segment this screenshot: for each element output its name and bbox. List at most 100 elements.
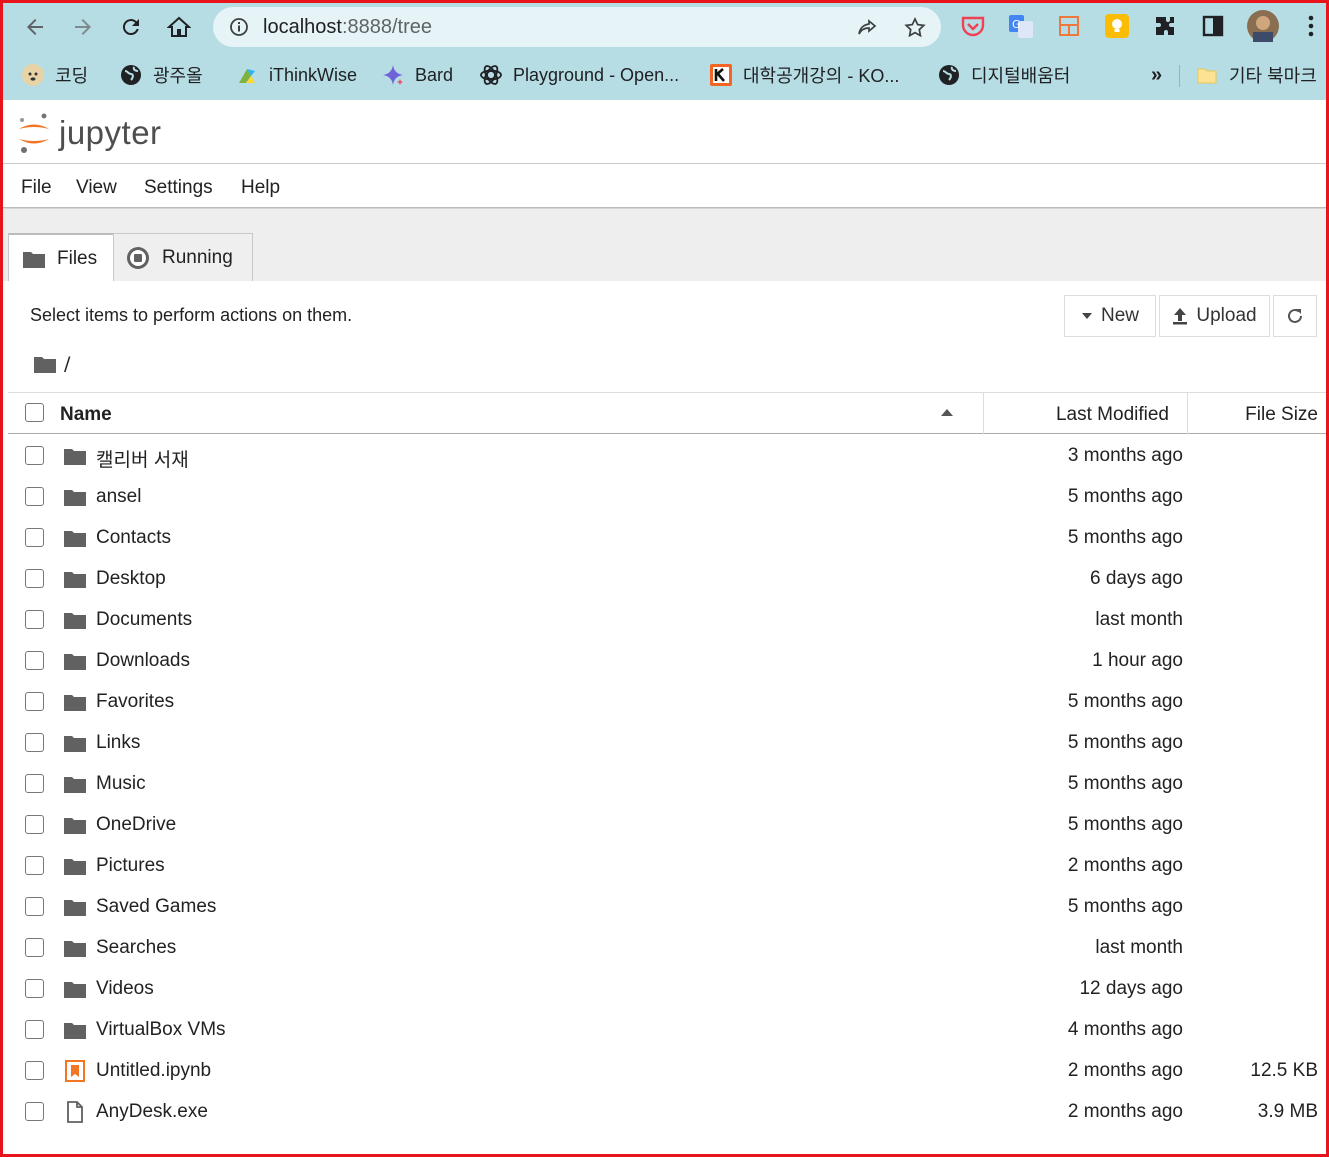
file-name-link[interactable]: Contacts bbox=[96, 527, 171, 549]
forward-button[interactable] bbox=[67, 11, 99, 43]
file-name-link[interactable]: OneDrive bbox=[96, 814, 176, 836]
file-name-link[interactable]: Untitled.ipynb bbox=[96, 1060, 211, 1082]
file-row[interactable]: ansel 5 months ago bbox=[8, 477, 1326, 518]
upload-button[interactable]: Upload bbox=[1159, 295, 1270, 337]
pocket-extension[interactable] bbox=[959, 12, 987, 40]
bookmark-item[interactable]: 광주올 bbox=[119, 61, 203, 89]
file-name-link[interactable]: Music bbox=[96, 773, 146, 795]
file-row[interactable]: Untitled.ipynb 2 months ago 12.5 KB bbox=[8, 1051, 1326, 1092]
file-row[interactable]: Searches last month bbox=[8, 928, 1326, 969]
row-checkbox[interactable] bbox=[25, 528, 44, 547]
row-checkbox[interactable] bbox=[25, 897, 44, 916]
file-name-link[interactable]: Pictures bbox=[96, 855, 165, 877]
menu-view[interactable]: View bbox=[76, 177, 117, 199]
other-bookmarks[interactable]: 기타 북마크 bbox=[1195, 61, 1317, 89]
file-row[interactable]: Favorites 5 months ago bbox=[8, 682, 1326, 723]
sort-ascending-icon[interactable] bbox=[941, 409, 953, 416]
bookmark-item[interactable]: Playground - Open... bbox=[479, 61, 679, 89]
tab-running[interactable]: Running bbox=[113, 233, 253, 281]
side-panel-button[interactable] bbox=[1199, 12, 1227, 40]
row-checkbox[interactable] bbox=[25, 446, 44, 465]
file-row[interactable]: VirtualBox VMs 4 months ago bbox=[8, 1010, 1326, 1051]
address-bar[interactable]: localhost:8888/tree bbox=[213, 7, 941, 47]
column-name[interactable]: Name bbox=[60, 404, 112, 426]
stop-circle-icon bbox=[127, 246, 149, 269]
file-row[interactable]: 캘리버 서재 3 months ago bbox=[8, 436, 1326, 477]
file-row[interactable]: Contacts 5 months ago bbox=[8, 518, 1326, 559]
file-row[interactable]: OneDrive 5 months ago bbox=[8, 805, 1326, 846]
row-checkbox[interactable] bbox=[25, 610, 44, 629]
info-icon[interactable] bbox=[229, 17, 249, 37]
file-row[interactable]: Downloads 1 hour ago bbox=[8, 641, 1326, 682]
bookmarks-overflow-button[interactable]: » bbox=[1151, 61, 1162, 89]
file-name-link[interactable]: 캘리버 서재 bbox=[96, 445, 189, 472]
row-checkbox[interactable] bbox=[25, 1020, 44, 1039]
file-name-link[interactable]: Links bbox=[96, 732, 140, 754]
file-name-link[interactable]: Searches bbox=[96, 937, 176, 959]
row-checkbox[interactable] bbox=[25, 1102, 44, 1121]
file-row[interactable]: AnyDesk.exe 2 months ago 3.9 MB bbox=[8, 1092, 1326, 1133]
tab-files-label: Files bbox=[57, 247, 98, 269]
bookmark-item[interactable]: 디지털배움터 bbox=[937, 61, 1070, 89]
side-panel-icon bbox=[1202, 15, 1224, 37]
file-row[interactable]: Documents last month bbox=[8, 600, 1326, 641]
file-modified: 12 days ago bbox=[1079, 978, 1183, 999]
keep-extension[interactable] bbox=[1103, 12, 1131, 40]
file-name-link[interactable]: Videos bbox=[96, 978, 154, 1000]
menu-file[interactable]: File bbox=[21, 177, 52, 199]
row-checkbox[interactable] bbox=[25, 979, 44, 998]
row-checkbox[interactable] bbox=[25, 774, 44, 793]
file-name-link[interactable]: Desktop bbox=[96, 568, 166, 590]
file-row[interactable]: Links 5 months ago bbox=[8, 723, 1326, 764]
layout-extension[interactable] bbox=[1055, 12, 1083, 40]
chrome-menu-button[interactable] bbox=[1297, 12, 1325, 40]
new-button[interactable]: New bbox=[1064, 295, 1156, 337]
row-checkbox[interactable] bbox=[25, 1061, 44, 1080]
share-icon[interactable] bbox=[855, 16, 879, 40]
url-text[interactable]: localhost:8888/tree bbox=[263, 16, 432, 39]
tab-files[interactable]: Files bbox=[8, 233, 114, 282]
row-checkbox[interactable] bbox=[25, 938, 44, 957]
row-checkbox[interactable] bbox=[25, 569, 44, 588]
star-icon[interactable] bbox=[903, 16, 927, 40]
bookmark-item[interactable]: 대학공개강의 - KO... bbox=[709, 61, 899, 89]
file-row[interactable]: Pictures 2 months ago bbox=[8, 846, 1326, 887]
file-row[interactable]: Music 5 months ago bbox=[8, 764, 1326, 805]
column-file-size[interactable]: File Size bbox=[1188, 404, 1318, 426]
row-checkbox[interactable] bbox=[25, 692, 44, 711]
bookmark-item[interactable]: 코딩 bbox=[21, 61, 88, 89]
file-name-link[interactable]: Downloads bbox=[96, 650, 190, 672]
menu-settings[interactable]: Settings bbox=[144, 177, 213, 199]
file-row[interactable]: Saved Games 5 months ago bbox=[8, 887, 1326, 928]
folder-icon[interactable] bbox=[34, 355, 56, 373]
menu-help[interactable]: Help bbox=[241, 177, 280, 199]
file-row[interactable]: Desktop 6 days ago bbox=[8, 559, 1326, 600]
jupyter-logo[interactable]: jupyter bbox=[17, 112, 162, 154]
file-name-link[interactable]: Saved Games bbox=[96, 896, 216, 918]
translate-extension[interactable]: G bbox=[1007, 12, 1035, 40]
home-button[interactable] bbox=[163, 11, 195, 43]
file-name-link[interactable]: Favorites bbox=[96, 691, 174, 713]
row-checkbox[interactable] bbox=[25, 856, 44, 875]
row-checkbox[interactable] bbox=[25, 815, 44, 834]
refresh-button[interactable] bbox=[1273, 295, 1317, 337]
bookmark-item[interactable]: iThinkWise bbox=[235, 61, 357, 89]
reload-button[interactable] bbox=[115, 11, 147, 43]
bookmark-item[interactable]: Bard bbox=[381, 61, 453, 89]
extensions-button[interactable] bbox=[1151, 12, 1179, 40]
back-button[interactable] bbox=[19, 11, 51, 43]
file-name-link[interactable]: VirtualBox VMs bbox=[96, 1019, 226, 1041]
row-checkbox[interactable] bbox=[25, 733, 44, 752]
breadcrumb-root[interactable]: / bbox=[64, 353, 70, 375]
select-all-checkbox[interactable] bbox=[25, 403, 44, 422]
folder-icon bbox=[64, 610, 86, 630]
file-name-link[interactable]: Documents bbox=[96, 609, 192, 631]
file-name-link[interactable]: ansel bbox=[96, 486, 141, 508]
row-checkbox[interactable] bbox=[25, 487, 44, 506]
file-name-link[interactable]: AnyDesk.exe bbox=[96, 1101, 208, 1123]
profile-avatar[interactable] bbox=[1246, 9, 1280, 43]
row-checkbox[interactable] bbox=[25, 651, 44, 670]
file-modified: last month bbox=[1095, 937, 1183, 958]
column-last-modified[interactable]: Last Modified bbox=[983, 393, 1188, 434]
file-row[interactable]: Videos 12 days ago bbox=[8, 969, 1326, 1010]
